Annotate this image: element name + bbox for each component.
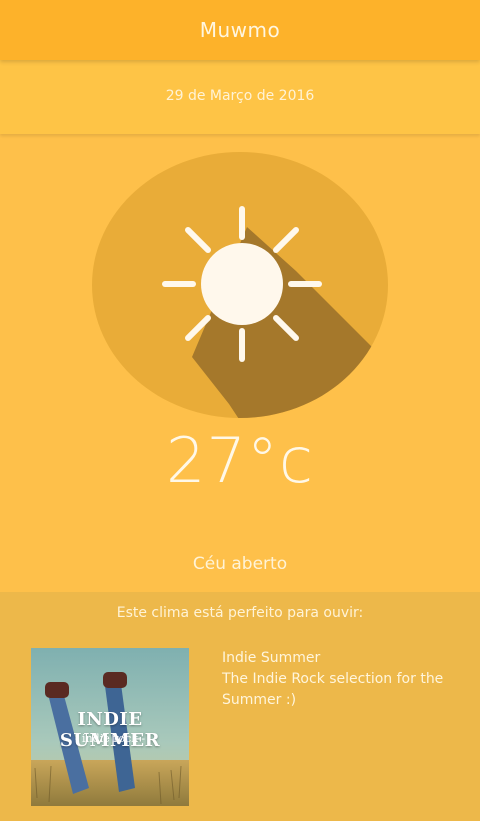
suggestion-label: Este clima está perfeito para ouvir: [116,605,364,621]
album-cover[interactable]: INDIE SUMMER - indie rock - [31,648,189,806]
sun-icon [162,206,388,418]
album-art-subtitle: - indie rock - [74,732,146,745]
app-bar: Muwmo [0,0,480,60]
app-title: Muwmo [199,18,281,42]
playlist-info[interactable]: Indie Summer The Indie Rock selection fo… [222,648,462,711]
playlist-title: Indie Summer [222,650,321,666]
date-label: 29 de Março de 2016 [165,88,315,104]
weather-panel: 27°c Céu aberto [0,134,480,592]
sun-core [201,243,283,325]
date-bar: 29 de Março de 2016 [0,60,480,134]
playlist-description: The Indie Rock selection for the Summer … [222,671,444,708]
temperature-value: 27°c [166,424,314,497]
weather-icon-circle [92,152,388,418]
music-suggestion: Este clima está perfeito para ouvir: IND… [0,592,480,821]
weather-condition: Céu aberto [192,554,288,574]
